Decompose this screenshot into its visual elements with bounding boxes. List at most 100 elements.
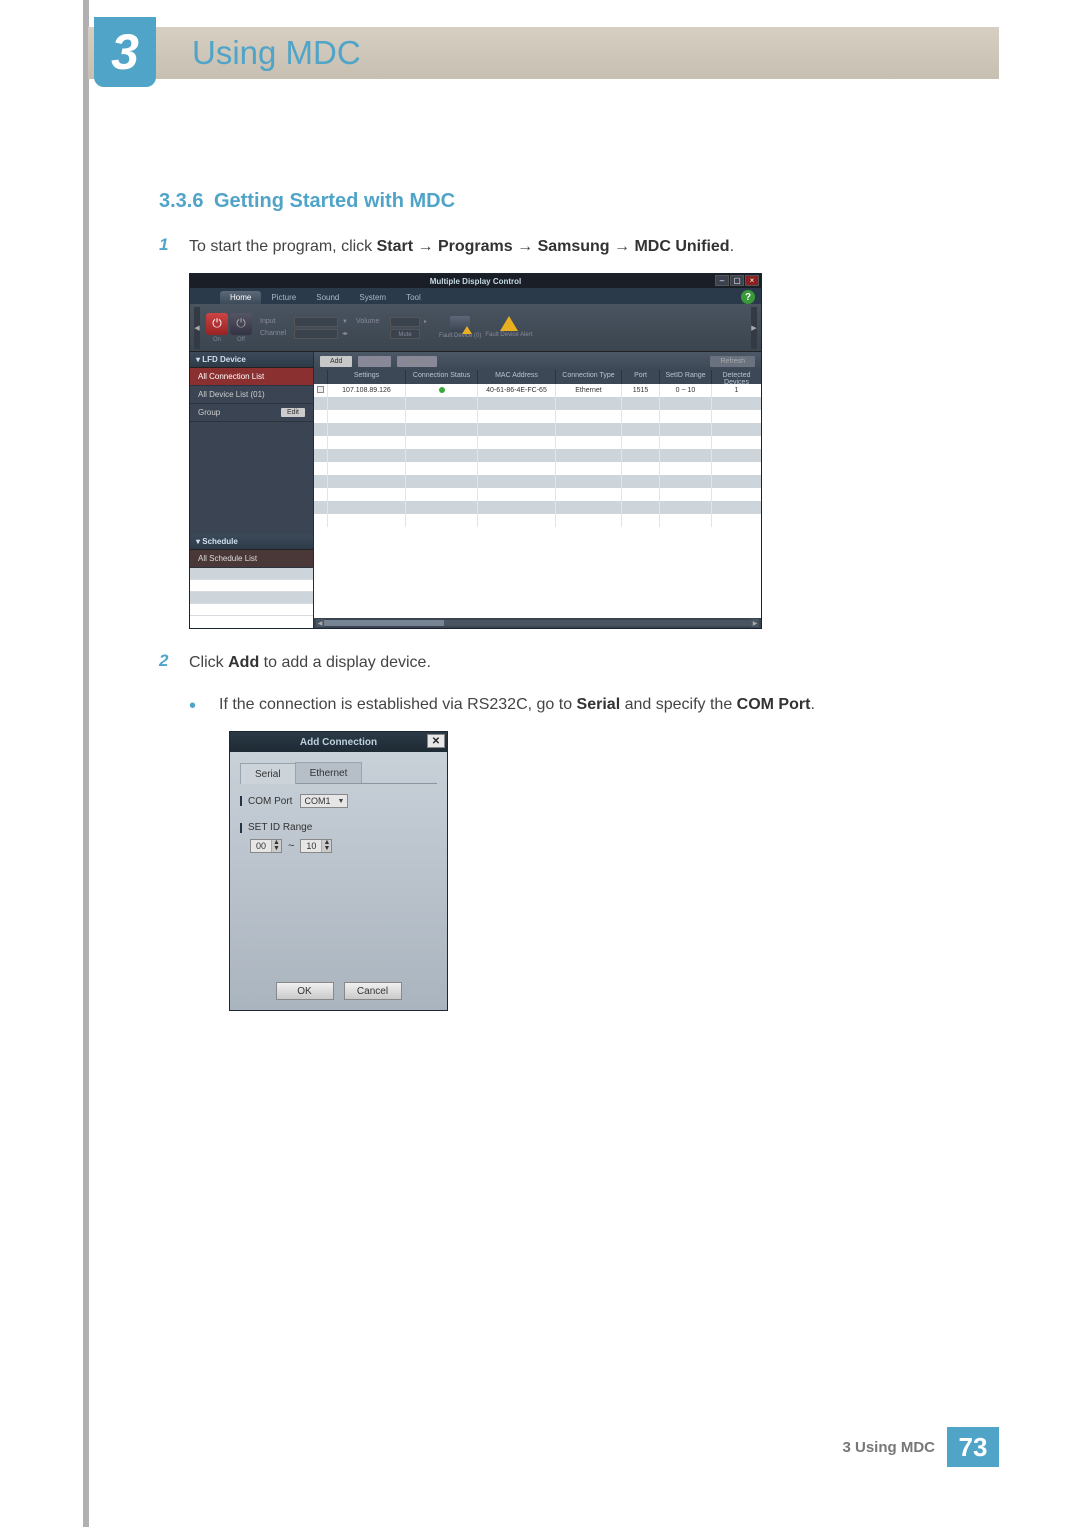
ribbon-volume: Volume▸ Mute xyxy=(354,315,429,341)
tab-tool[interactable]: Tool xyxy=(396,291,431,304)
comport-value: COM1 xyxy=(304,796,330,806)
range-to-stepper[interactable]: 10 ▲▼ xyxy=(300,839,332,853)
bullet-mid: and specify the xyxy=(620,696,737,713)
step-1-number: 1 xyxy=(159,235,189,259)
sidebar-all-connection[interactable]: All Connection List xyxy=(190,368,313,386)
fault-device-0[interactable]: Fault Device (0) xyxy=(439,316,481,340)
scroll-right-icon[interactable]: ▶ xyxy=(751,619,759,627)
sidebar-all-device[interactable]: All Device List (01) xyxy=(190,386,313,404)
step-2-add: Add xyxy=(228,654,259,671)
stepper-buttons[interactable]: ▲▼ xyxy=(321,840,331,852)
col-connection-status: Connection Status xyxy=(406,370,478,384)
dialog-tabs: Serial Ethernet xyxy=(240,762,437,784)
delete-button[interactable]: Delete xyxy=(397,356,437,367)
bullet-serial: Serial xyxy=(577,696,621,713)
scroll-thumb[interactable] xyxy=(324,620,444,626)
table-row[interactable]: 107.108.89.126 40-61-86-4E-FC-65 Etherne… xyxy=(314,384,761,397)
sidebar-spacer xyxy=(190,422,313,534)
table-row xyxy=(314,514,761,527)
chapter-badge: 3 xyxy=(94,17,156,87)
tab-serial[interactable]: Serial xyxy=(240,763,296,784)
side-stripe xyxy=(83,0,89,1527)
edit-button[interactable]: Edit xyxy=(358,356,390,367)
cancel-button[interactable]: Cancel xyxy=(344,982,402,1000)
ribbon-next[interactable]: ▶ xyxy=(751,307,757,349)
row-status xyxy=(406,384,478,397)
add-button[interactable]: Add xyxy=(320,356,352,367)
tab-system[interactable]: System xyxy=(349,291,396,304)
sidebar-all-schedule[interactable]: All Schedule List xyxy=(190,550,313,568)
dialog-buttons: OK Cancel xyxy=(230,982,447,1000)
sidebar-schedule-header[interactable]: ▾ Schedule xyxy=(190,534,313,550)
mdc-tabs: Home Picture Sound System Tool ? xyxy=(190,288,761,304)
bullet-post: . xyxy=(810,696,814,713)
minimize-button[interactable]: – xyxy=(715,275,729,286)
ribbon-power: ⏻ ⏻ On Off xyxy=(204,311,254,345)
step-1-pre: To start the program, click xyxy=(189,238,377,255)
stepper-buttons[interactable]: ▲▼ xyxy=(271,840,281,852)
table-header: Settings Connection Status MAC Address C… xyxy=(314,370,761,384)
bullet-dot-icon: • xyxy=(189,693,219,717)
power-on-button[interactable]: ⏻ xyxy=(206,313,228,335)
comport-select[interactable]: COM1 ▼ xyxy=(300,794,348,808)
step-2-bullet: • If the connection is established via R… xyxy=(189,693,999,717)
chevron-down-icon: ▼ xyxy=(338,798,345,805)
mdc-main: Add Edit Delete Refresh Settings Connect… xyxy=(314,352,761,628)
table-row xyxy=(314,410,761,423)
page-footer: 3 Using MDC 73 xyxy=(88,1427,999,1467)
input-select[interactable] xyxy=(294,317,338,327)
col-port: Port xyxy=(622,370,660,384)
ribbon-prev[interactable]: ◀ xyxy=(194,307,200,349)
comport-label: COM Port xyxy=(248,796,292,807)
section-heading: 3.3.6 Getting Started with MDC xyxy=(159,190,999,213)
step-down-icon[interactable]: ▼ xyxy=(321,846,331,852)
step-1-samsung: Samsung xyxy=(538,238,610,255)
mdc-title: Multiple Display Control xyxy=(430,277,522,286)
ribbon-input-channel: Input▼ Channel◂▸ xyxy=(258,315,350,341)
dialog-close-button[interactable]: ✕ xyxy=(427,734,445,748)
step-1-programs: Programs xyxy=(438,238,513,255)
dialog-title: Add Connection xyxy=(300,737,377,748)
sidebar-group[interactable]: Group Edit xyxy=(190,404,313,422)
tab-home[interactable]: Home xyxy=(220,291,261,304)
power-on-label: On xyxy=(206,337,228,343)
channel-stepper[interactable] xyxy=(294,329,338,339)
add-connection-dialog: Add Connection ✕ Serial Ethernet COM Por… xyxy=(229,731,448,1011)
field-bar-icon xyxy=(240,796,242,806)
step-1-post: . xyxy=(730,238,734,255)
tab-picture[interactable]: Picture xyxy=(261,291,306,304)
close-button[interactable]: × xyxy=(745,275,759,286)
tab-sound[interactable]: Sound xyxy=(306,291,349,304)
table-row xyxy=(314,488,761,501)
help-button[interactable]: ? xyxy=(741,290,755,304)
col-connection-type: Connection Type xyxy=(556,370,622,384)
input-label: Input xyxy=(260,318,292,325)
maximize-button[interactable]: ▢ xyxy=(730,275,744,286)
section-title: Getting Started with MDC xyxy=(214,190,455,212)
row-checkbox[interactable] xyxy=(314,384,328,397)
scroll-left-icon[interactable]: ◀ xyxy=(316,619,324,627)
stepper-icon: ◂▸ xyxy=(342,330,348,337)
volume-slider[interactable] xyxy=(390,317,420,327)
power-off-button[interactable]: ⏻ xyxy=(230,313,252,335)
step-2: 2 Click Add to add a display device. xyxy=(159,651,999,675)
dialog-titlebar: Add Connection ✕ xyxy=(230,732,447,752)
range-from-stepper[interactable]: 00 ▲▼ xyxy=(250,839,282,853)
mdc-titlebar: Multiple Display Control – ▢ × xyxy=(190,274,761,288)
mute-button[interactable]: Mute xyxy=(390,329,420,339)
step-2-post: to add a display device. xyxy=(259,654,431,671)
refresh-button[interactable]: Refresh xyxy=(710,356,755,367)
range-tilde: ~ xyxy=(288,840,294,852)
mdc-ribbon: ◀ ⏻ ⏻ On Off Input▼ Channel◂▸ Volume▸ Mu… xyxy=(190,304,761,352)
row-detected: 1 xyxy=(712,384,761,397)
ok-button[interactable]: OK xyxy=(276,982,334,1000)
table-row xyxy=(314,397,761,410)
sidebar-group-edit[interactable]: Edit xyxy=(281,408,305,417)
table-row xyxy=(314,436,761,449)
horizontal-scrollbar[interactable]: ◀ ▶ xyxy=(314,618,761,628)
tab-ethernet[interactable]: Ethernet xyxy=(295,762,363,783)
fault-device-alert[interactable]: Fault Device Alert xyxy=(485,316,532,339)
scroll-track[interactable] xyxy=(324,620,751,626)
step-down-icon[interactable]: ▼ xyxy=(271,846,281,852)
sidebar-lfd-header[interactable]: ▾ LFD Device xyxy=(190,352,313,368)
